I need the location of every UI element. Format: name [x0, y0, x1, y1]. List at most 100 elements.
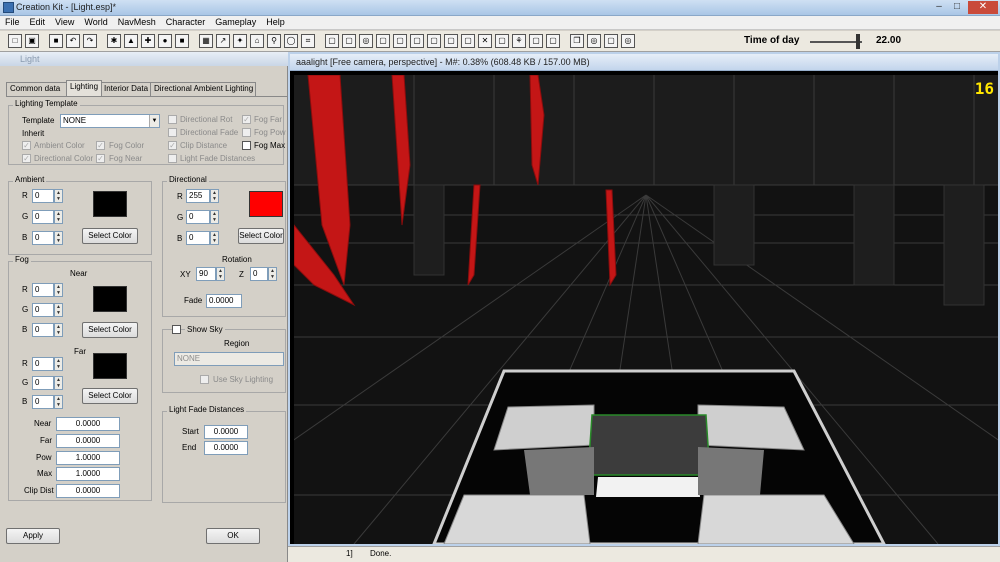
inherit-fog-near-checkbox[interactable]: ✓ — [96, 154, 105, 163]
inherit-fog-pow-checkbox[interactable] — [242, 128, 251, 137]
time-of-day-thumb[interactable] — [855, 34, 860, 49]
menu-character[interactable]: Character — [161, 16, 211, 28]
fog-far-r-input[interactable]: 0 — [32, 357, 54, 371]
ambient-b-input[interactable]: 0 — [32, 231, 54, 245]
ambient-r-spinner[interactable]: ▲ ▼ — [54, 189, 63, 203]
menu-navmesh[interactable]: NavMesh — [113, 16, 161, 28]
rotation-xy-spinner[interactable]: ▲ ▼ — [216, 267, 225, 281]
close-button[interactable]: ✕ — [968, 1, 998, 14]
toolbar-box-icon[interactable]: ▢ — [393, 34, 407, 48]
fog-far-r-spinner[interactable]: ▲ ▼ — [54, 357, 63, 371]
directional-select-color-button[interactable]: Select Color — [238, 228, 284, 244]
fog-pow-input[interactable]: 1.0000 — [56, 451, 120, 465]
tab-directional-ambient-lighting[interactable]: Directional Ambient Lighting — [150, 82, 256, 96]
inherit-directional-rot-checkbox[interactable] — [168, 115, 177, 124]
toolbar-box-icon[interactable]: ▢ — [444, 34, 458, 48]
inherit-clip-distance-checkbox[interactable]: ✓ — [168, 141, 177, 150]
directional-b-input[interactable]: 0 — [186, 231, 210, 245]
light-fade-end-input[interactable]: 0.0000 — [204, 441, 248, 455]
apply-button[interactable]: Apply — [6, 528, 60, 544]
directional-g-input[interactable]: 0 — [186, 210, 210, 224]
inherit-directional-color-checkbox[interactable]: ✓ — [22, 154, 31, 163]
show-sky-checkbox[interactable] — [172, 325, 181, 334]
ambient-r-input[interactable]: 0 — [32, 189, 54, 203]
fog-near-g-input[interactable]: 0 — [32, 303, 54, 317]
toolbar-tree-icon[interactable]: ⚘ — [512, 34, 526, 48]
directional-b-spinner[interactable]: ▲ ▼ — [210, 231, 219, 245]
toolbar-bulb-icon[interactable]: ✦ — [233, 34, 247, 48]
rotation-z-spinner[interactable]: ▲ ▼ — [268, 267, 277, 281]
toolbar-box-icon[interactable]: ▢ — [410, 34, 424, 48]
time-of-day-slider[interactable] — [810, 41, 862, 43]
toolbar-circle-icon[interactable]: ◎ — [621, 34, 635, 48]
fog-far-g-spinner[interactable]: ▲ ▼ — [54, 376, 63, 390]
toolbar-box-icon[interactable]: ▢ — [342, 34, 356, 48]
toolbar-box-icon[interactable]: ▢ — [461, 34, 475, 48]
fog-max-input[interactable]: 1.0000 — [56, 467, 120, 481]
toolbar-marker-icon[interactable]: ▲ — [124, 34, 138, 48]
toolbar-box-icon[interactable]: ▢ — [376, 34, 390, 48]
tab-interior-data[interactable]: Interior Data — [100, 82, 152, 96]
fog-far-b-input[interactable]: 0 — [32, 395, 54, 409]
fog-near-r-input[interactable]: 0 — [32, 283, 54, 297]
ambient-b-spinner[interactable]: ▲ ▼ — [54, 231, 63, 245]
toolbar-box-icon[interactable]: ▢ — [529, 34, 543, 48]
toolbar-open-icon[interactable]: ▣ — [25, 34, 39, 48]
directional-r-spinner[interactable]: ▲ ▼ — [210, 189, 219, 203]
fog-near-select-color-button[interactable]: Select Color — [82, 322, 138, 338]
directional-g-spinner[interactable]: ▲ ▼ — [210, 210, 219, 224]
fog-near-b-input[interactable]: 0 — [32, 323, 54, 337]
fog-near-dist-input[interactable]: 0.0000 — [56, 417, 120, 431]
menu-edit[interactable]: Edit — [25, 16, 51, 28]
menu-file[interactable]: File — [0, 16, 25, 28]
toolbar-circle-icon[interactable]: ◎ — [587, 34, 601, 48]
fog-far-g-input[interactable]: 0 — [32, 376, 54, 390]
toolbar-sphere-icon[interactable]: ● — [158, 34, 172, 48]
ambient-select-color-button[interactable]: Select Color — [82, 228, 138, 244]
toolbar-redo-icon[interactable]: ↷ — [83, 34, 97, 48]
rotation-z-input[interactable]: 0 — [250, 267, 268, 281]
menu-help[interactable]: Help — [261, 16, 290, 28]
ambient-g-spinner[interactable]: ▲ ▼ — [54, 210, 63, 224]
toolbar-cross-icon[interactable]: ✕ — [478, 34, 492, 48]
toolbar-box-icon[interactable]: ▢ — [546, 34, 560, 48]
fog-far-b-spinner[interactable]: ▲ ▼ — [54, 395, 63, 409]
inherit-fog-color-checkbox[interactable]: ✓ — [96, 141, 105, 150]
inherit-fog-far-checkbox[interactable]: ✓ — [242, 115, 251, 124]
fog-far-dist-input[interactable]: 0.0000 — [56, 434, 120, 448]
toolbar-arrow-icon[interactable]: ↗ — [216, 34, 230, 48]
toolbar-render-icon[interactable]: ✱ — [107, 34, 121, 48]
directional-r-input[interactable]: 255 — [186, 189, 210, 203]
fog-far-select-color-button[interactable]: Select Color — [82, 388, 138, 404]
tab-common-data[interactable]: Common data — [6, 82, 68, 96]
toolbar-circle-icon[interactable]: ◎ — [359, 34, 373, 48]
toolbar-grid-icon[interactable]: ▦ — [199, 34, 213, 48]
region-dropdown[interactable]: NONE — [174, 352, 284, 366]
menu-view[interactable]: View — [50, 16, 79, 28]
toolbar-chart-icon[interactable]: ⌗ — [301, 34, 315, 48]
inherit-ambient-color-checkbox[interactable]: ✓ — [22, 141, 31, 150]
toolbar-light-icon[interactable]: ✚ — [141, 34, 155, 48]
toolbar-save-icon[interactable]: ■ — [49, 34, 63, 48]
menu-world[interactable]: World — [79, 16, 112, 28]
use-sky-lighting-checkbox[interactable] — [200, 375, 209, 384]
toolbar-new-icon[interactable]: □ — [8, 34, 22, 48]
light-fade-start-input[interactable]: 0.0000 — [204, 425, 248, 439]
menu-gameplay[interactable]: Gameplay — [210, 16, 261, 28]
toolbar-box-icon[interactable]: ▢ — [495, 34, 509, 48]
tab-lighting[interactable]: Lighting — [66, 80, 102, 96]
toolbar-cube-icon[interactable]: ■ — [175, 34, 189, 48]
fog-near-r-spinner[interactable]: ▲ ▼ — [54, 283, 63, 297]
fog-near-g-spinner[interactable]: ▲ ▼ — [54, 303, 63, 317]
ambient-g-input[interactable]: 0 — [32, 210, 54, 224]
fade-input[interactable]: 0.0000 — [206, 294, 242, 308]
toolbar-box-icon[interactable]: ▢ — [325, 34, 339, 48]
ok-button[interactable]: OK — [206, 528, 260, 544]
toolbar-box-icon[interactable]: ▢ — [604, 34, 618, 48]
toolbar-box-icon[interactable]: ▢ — [427, 34, 441, 48]
rotation-xy-input[interactable]: 90 — [196, 267, 216, 281]
toolbar-object-icon[interactable]: ⌂ — [250, 34, 264, 48]
render-scene[interactable]: 16 — [294, 75, 998, 544]
template-dropdown[interactable]: NONE ▼ — [60, 114, 160, 128]
maximize-button[interactable]: □ — [946, 1, 968, 14]
